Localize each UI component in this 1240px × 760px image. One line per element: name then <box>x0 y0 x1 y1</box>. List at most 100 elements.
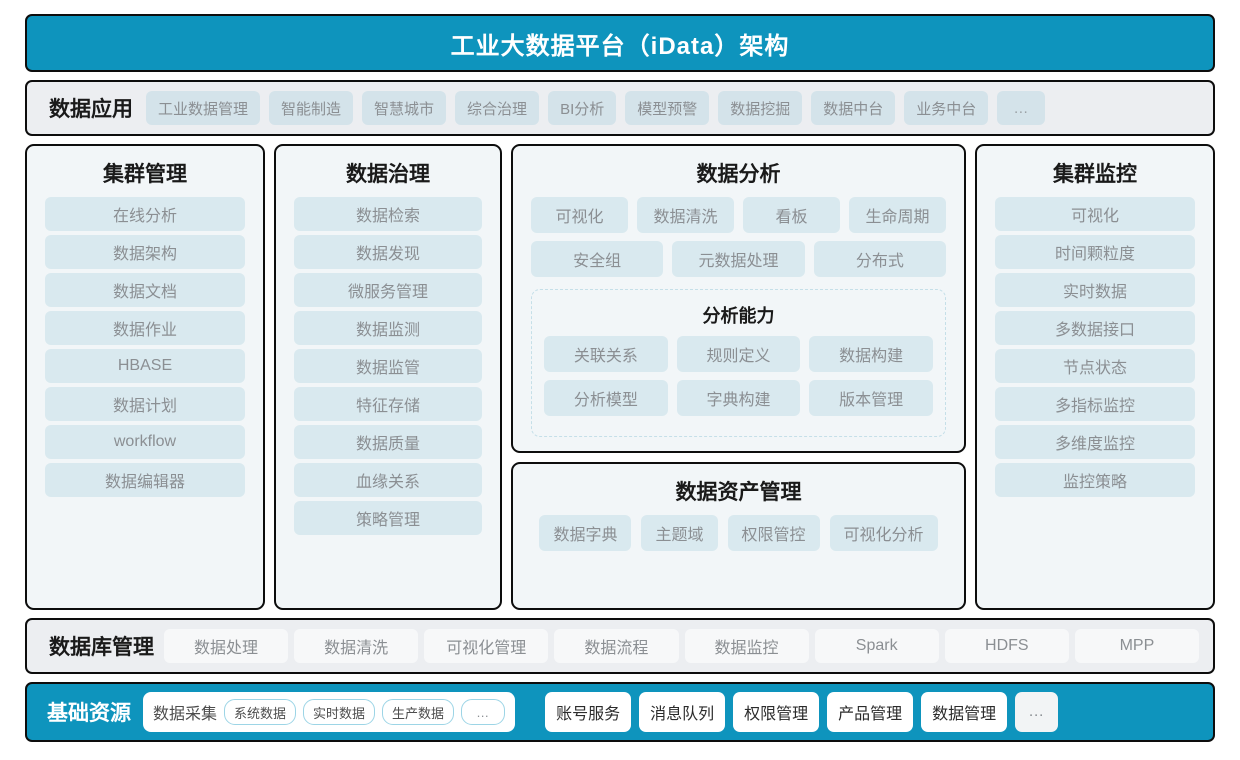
base-resource-more-item[interactable]: … <box>1015 692 1059 732</box>
cluster-monitoring-item[interactable]: 多维度监控 <box>995 425 1195 459</box>
cluster-monitoring-item[interactable]: 节点状态 <box>995 349 1195 383</box>
data-analysis-item[interactable]: 生命周期 <box>849 197 946 233</box>
cluster-monitoring-item[interactable]: 多数据接口 <box>995 311 1195 345</box>
data-analysis-panel: 数据分析 可视化 数据清洗 看板 生命周期 安全组 元数据处理 分布式 分析能力… <box>511 144 966 453</box>
base-resource-row: 基础资源 数据采集 系统数据 实时数据 生产数据 … 账号服务 消息队列 权限管… <box>25 682 1215 742</box>
data-collection-sub-item[interactable]: 生产数据 <box>382 699 455 725</box>
data-governance-item[interactable]: 血缘关系 <box>294 463 482 497</box>
cluster-management-item[interactable]: workflow <box>45 425 245 459</box>
analysis-capability-item[interactable]: 字典构建 <box>676 380 801 416</box>
data-application-item[interactable]: 业务中台 <box>904 91 989 125</box>
data-analysis-item[interactable]: 数据清洗 <box>637 197 734 233</box>
data-governance-item[interactable]: 策略管理 <box>294 501 482 535</box>
cluster-monitoring-item[interactable]: 实时数据 <box>995 273 1195 307</box>
data-governance-panel: 数据治理 数据检索 数据发现 微服务管理 数据监测 数据监管 特征存储 数据质量… <box>274 144 502 610</box>
data-governance-title: 数据治理 <box>346 163 430 186</box>
database-management-item[interactable]: HDFS <box>944 629 1069 663</box>
database-management-row: 数据库管理 数据处理 数据清洗 可视化管理 数据流程 数据监控 Spark HD… <box>25 618 1215 674</box>
cluster-monitoring-item[interactable]: 可视化 <box>995 197 1195 231</box>
data-analysis-item[interactable]: 可视化 <box>531 197 628 233</box>
cluster-management-item[interactable]: 数据编辑器 <box>45 463 245 497</box>
cluster-monitoring-item[interactable]: 监控策略 <box>995 463 1195 497</box>
middle-band: 集群管理 在线分析 数据架构 数据文档 数据作业 HBASE 数据计划 work… <box>25 144 1215 610</box>
data-collection-sub-item[interactable]: 实时数据 <box>303 699 376 725</box>
data-asset-management-item[interactable]: 可视化分析 <box>829 515 938 551</box>
database-management-item[interactable]: MPP <box>1074 629 1199 663</box>
database-management-item[interactable]: 数据处理 <box>164 629 289 663</box>
data-collection-sub-item[interactable]: 系统数据 <box>224 699 297 725</box>
data-asset-management-item[interactable]: 数据字典 <box>539 515 632 551</box>
cluster-monitoring-items: 可视化 时间颗粒度 实时数据 多数据接口 节点状态 多指标监控 多维度监控 监控… <box>977 197 1213 507</box>
base-resource-item[interactable]: 账号服务 <box>545 692 632 732</box>
analysis-capability-item[interactable]: 分析模型 <box>544 380 668 416</box>
database-management-item[interactable]: 数据清洗 <box>294 629 419 663</box>
data-collection-label: 数据采集 <box>153 706 218 723</box>
data-governance-item[interactable]: 数据发现 <box>294 235 482 269</box>
data-analysis-item[interactable]: 安全组 <box>531 241 664 277</box>
page-title-banner: 工业大数据平台（iData）架构 <box>25 14 1215 72</box>
analysis-capability-item[interactable]: 数据构建 <box>809 336 934 372</box>
data-analysis-item[interactable]: 分布式 <box>813 241 946 277</box>
base-resource-item[interactable]: 数据管理 <box>921 692 1008 732</box>
data-application-item[interactable]: 智慧城市 <box>362 91 447 125</box>
data-governance-item[interactable]: 数据监管 <box>294 349 482 383</box>
cluster-monitoring-item[interactable]: 时间颗粒度 <box>995 235 1195 269</box>
data-application-item[interactable]: 综合治理 <box>455 91 540 125</box>
data-application-item[interactable]: 智能制造 <box>269 91 354 125</box>
cluster-monitoring-item[interactable]: 多指标监控 <box>995 387 1195 421</box>
data-governance-items: 数据检索 数据发现 微服务管理 数据监测 数据监管 特征存储 数据质量 血缘关系… <box>276 197 500 545</box>
cluster-management-item[interactable]: 数据文档 <box>45 273 245 307</box>
data-application-item[interactable]: 模型预警 <box>625 91 710 125</box>
base-resource-item[interactable]: 产品管理 <box>827 692 914 732</box>
cluster-management-panel: 集群管理 在线分析 数据架构 数据文档 数据作业 HBASE 数据计划 work… <box>25 144 265 610</box>
cluster-management-title: 集群管理 <box>103 163 187 186</box>
data-asset-management-items: 数据字典 主题域 权限管控 可视化分析 <box>513 515 964 561</box>
cluster-management-items: 在线分析 数据架构 数据文档 数据作业 HBASE 数据计划 workflow … <box>27 197 263 507</box>
data-asset-management-title: 数据资产管理 <box>675 481 802 504</box>
cluster-monitoring-title: 集群监控 <box>1053 163 1137 186</box>
architecture-diagram: 工业大数据平台（iData）架构 数据应用 工业数据管理 智能制造 智慧城市 综… <box>0 0 1240 760</box>
cluster-management-item[interactable]: 在线分析 <box>45 197 245 231</box>
cluster-management-item[interactable]: 数据计划 <box>45 387 245 421</box>
data-asset-management-item[interactable]: 权限管控 <box>727 515 820 551</box>
data-application-item[interactable]: 数据中台 <box>811 91 896 125</box>
data-governance-item[interactable]: 数据监测 <box>294 311 482 345</box>
base-resource-item[interactable]: 权限管理 <box>733 692 820 732</box>
data-analysis-row-1: 可视化 数据清洗 看板 生命周期 <box>513 197 964 241</box>
data-governance-item[interactable]: 数据质量 <box>294 425 482 459</box>
data-collection-group[interactable]: 数据采集 系统数据 实时数据 生产数据 … <box>143 692 516 732</box>
data-analysis-item[interactable]: 元数据处理 <box>672 241 805 277</box>
data-application-item[interactable]: BI分析 <box>548 91 617 125</box>
analysis-capability-item[interactable]: 关联关系 <box>544 336 668 372</box>
data-application-item[interactable]: 数据挖掘 <box>718 91 803 125</box>
page-title: 工业大数据平台（iData）架构 <box>450 32 790 60</box>
analysis-capability-row-1: 关联关系 规则定义 数据构建 <box>544 336 934 380</box>
data-analysis-title: 数据分析 <box>696 163 781 186</box>
analysis-capability-item[interactable]: 规则定义 <box>676 336 801 372</box>
analysis-capability-title: 分析能力 <box>702 306 775 326</box>
base-resource-label: 基础资源 <box>47 702 131 725</box>
data-asset-management-item[interactable]: 主题域 <box>641 515 718 551</box>
center-stack: 数据分析 可视化 数据清洗 看板 生命周期 安全组 元数据处理 分布式 分析能力… <box>511 144 966 610</box>
base-resource-item[interactable]: 消息队列 <box>639 692 726 732</box>
database-management-item[interactable]: 可视化管理 <box>424 629 549 663</box>
cluster-management-item[interactable]: 数据架构 <box>45 235 245 269</box>
data-governance-item[interactable]: 数据检索 <box>294 197 482 231</box>
database-management-label: 数据库管理 <box>49 636 154 659</box>
data-governance-item[interactable]: 微服务管理 <box>294 273 482 307</box>
data-governance-item[interactable]: 特征存储 <box>294 387 482 421</box>
database-management-item[interactable]: 数据流程 <box>554 629 679 663</box>
data-asset-management-panel: 数据资产管理 数据字典 主题域 权限管控 可视化分析 <box>511 462 966 610</box>
data-application-label: 数据应用 <box>49 98 133 121</box>
data-application-item[interactable]: 工业数据管理 <box>146 91 261 125</box>
cluster-monitoring-panel: 集群监控 可视化 时间颗粒度 实时数据 多数据接口 节点状态 多指标监控 多维度… <box>975 144 1215 610</box>
data-analysis-item[interactable]: 看板 <box>743 197 840 233</box>
database-management-item[interactable]: 数据监控 <box>684 629 809 663</box>
data-application-more-item[interactable]: … <box>997 91 1046 125</box>
cluster-management-item[interactable]: HBASE <box>45 349 245 383</box>
analysis-capability-box: 分析能力 关联关系 规则定义 数据构建 分析模型 字典构建 版本管理 <box>531 289 946 437</box>
cluster-management-item[interactable]: 数据作业 <box>45 311 245 345</box>
data-collection-more-item[interactable]: … <box>461 699 506 725</box>
database-management-item[interactable]: Spark <box>814 629 939 663</box>
analysis-capability-item[interactable]: 版本管理 <box>809 380 934 416</box>
